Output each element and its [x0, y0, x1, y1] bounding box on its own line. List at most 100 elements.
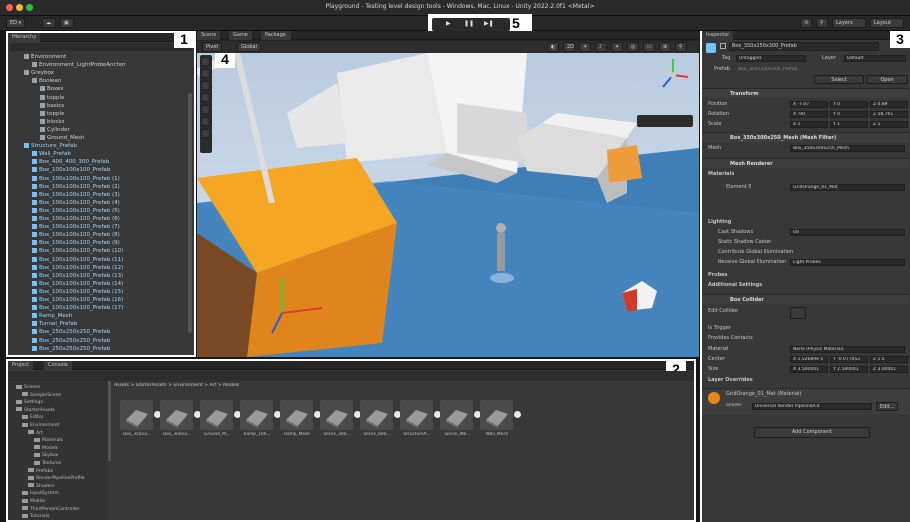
2d-toggle[interactable]: 2D: [563, 42, 575, 52]
search-icon[interactable]: ⚲: [816, 18, 828, 28]
snap-overlay[interactable]: [637, 115, 693, 127]
mesh-field[interactable]: Box_350x300x250_Mesh: [790, 145, 905, 152]
maximize-window-button[interactable]: [26, 4, 33, 11]
transform-tool-icon[interactable]: [201, 117, 210, 126]
center-field-x[interactable]: X 1.52689e-1: [790, 356, 828, 363]
search-scene-icon[interactable]: ⚲: [675, 42, 687, 52]
hidden-objects-icon[interactable]: ◎: [627, 42, 639, 52]
tag-dropdown[interactable]: Untagged: [736, 55, 806, 62]
layout-dropdown[interactable]: Layout: [870, 18, 904, 28]
pause-icon[interactable]: ❚❚: [464, 20, 474, 27]
gizmos-icon[interactable]: ⊕: [659, 42, 671, 52]
asset-thumbnail[interactable]: [160, 400, 193, 430]
scl-field-x[interactable]: X 1: [790, 121, 828, 128]
prefab-asset-link[interactable]: Box_350x250x300_Prefab: [738, 67, 798, 72]
scene-viewport[interactable]: 4: [197, 53, 699, 357]
mesh-renderer-header[interactable]: Mesh Renderer: [702, 158, 909, 168]
asset-thumbnail[interactable]: [200, 400, 233, 430]
size-field-x[interactable]: X 3.500001: [790, 366, 828, 373]
lighting-label[interactable]: Lighting: [708, 218, 731, 227]
scl-field-y[interactable]: Y 1: [830, 121, 868, 128]
asset-thumbnail[interactable]: [400, 400, 433, 430]
active-checkbox[interactable]: [720, 43, 726, 49]
layer-overrides-label[interactable]: Layer Overrides: [708, 376, 753, 385]
asset-expand-icon[interactable]: [514, 411, 521, 418]
pos-field-x[interactable]: X -7.07: [790, 101, 828, 108]
scale-tool-icon[interactable]: [201, 93, 210, 102]
collab-icon[interactable]: ▣: [60, 18, 74, 28]
gameobject-icon: [32, 62, 37, 68]
history-icon[interactable]: ⟲: [800, 18, 812, 28]
lighting-toggle-icon[interactable]: ☀: [579, 42, 591, 52]
project-breadcrumb[interactable]: Assets > StarterAssets > Environment > A…: [114, 383, 239, 388]
size-field-z[interactable]: Z 3.00001: [870, 366, 908, 373]
asset-thumbnail[interactable]: [360, 400, 393, 430]
add-component-button[interactable]: Add Component: [754, 427, 870, 438]
audio-toggle-icon[interactable]: ♪: [595, 42, 607, 52]
prefab-open-button[interactable]: Open: [866, 75, 908, 84]
asset-thumbnail[interactable]: [120, 400, 153, 430]
cloud-icon[interactable]: ☁: [42, 18, 56, 28]
size-field-y[interactable]: Y 2.500001: [830, 366, 868, 373]
asset-thumbnail[interactable]: [480, 400, 513, 430]
tab-inspector[interactable]: Inspector: [702, 31, 734, 40]
receive-gi-dropdown[interactable]: Light Probes: [790, 259, 905, 266]
rot-field-x[interactable]: X -90: [790, 111, 828, 118]
object-name-field[interactable]: Box_350x250x300_Prefab: [729, 42, 879, 51]
transform-header[interactable]: Transform: [702, 88, 909, 98]
effects-icon[interactable]: ✦: [611, 42, 623, 52]
layer-dropdown[interactable]: Default: [844, 55, 906, 62]
prefab-select-button[interactable]: Select: [814, 75, 864, 84]
play-icon[interactable]: ▶: [446, 20, 451, 27]
tab-package-manager[interactable]: Package Manager: [261, 31, 291, 47]
rect-tool-icon[interactable]: [201, 105, 210, 114]
hierarchy-item[interactable]: Box_250x250x250_Prefab: [16, 345, 110, 354]
minimize-window-button[interactable]: [16, 4, 23, 11]
scene-gizmo[interactable]: [655, 57, 691, 93]
shader-label: Shader: [726, 403, 743, 408]
pivot-dropdown[interactable]: Pivot: [202, 42, 223, 52]
tab-hierarchy[interactable]: Hierarchy: [8, 33, 41, 42]
rotate-tool-icon[interactable]: [201, 81, 210, 90]
tab-game[interactable]: Game: [229, 31, 252, 40]
pos-field-y[interactable]: Y 0: [830, 101, 868, 108]
tab-project[interactable]: Project: [8, 361, 34, 370]
hierarchy-search[interactable]: [10, 43, 192, 51]
folder-tree-scrollbar[interactable]: [108, 381, 111, 461]
hand-tool-icon[interactable]: [201, 57, 210, 66]
asset-thumbnail[interactable]: [440, 400, 473, 430]
mesh-filter-header[interactable]: Box_350x300x250_Mesh (Mesh Filter): [702, 132, 909, 142]
account-dropdown[interactable]: ED ▾: [6, 18, 26, 28]
folder-tree-item[interactable]: Tutorials: [22, 512, 49, 520]
layers-dropdown[interactable]: Layers: [832, 18, 866, 28]
rot-field-y[interactable]: Y 0: [830, 111, 868, 118]
render-mode-icon[interactable]: ◐: [547, 42, 559, 52]
asset-thumbnail[interactable]: [280, 400, 313, 430]
edit-collider-button[interactable]: [790, 307, 806, 319]
move-tool-icon[interactable]: [201, 69, 210, 78]
box-collider-header[interactable]: Box Collider: [702, 294, 909, 304]
physic-material-field[interactable]: None (Physic Material): [790, 346, 905, 353]
shader-dropdown[interactable]: Universal Render Pipeline/Lit: [752, 403, 872, 410]
center-field-y[interactable]: Y -0.077952: [830, 356, 868, 363]
asset-thumbnail[interactable]: [320, 400, 353, 430]
asset-thumbnail[interactable]: [240, 400, 273, 430]
tab-console[interactable]: Console: [44, 361, 72, 370]
close-window-button[interactable]: [6, 4, 13, 11]
additional-settings-label[interactable]: Additional Settings: [708, 281, 762, 290]
custom-tool-icon[interactable]: [201, 129, 210, 138]
materials-label[interactable]: Materials: [708, 170, 734, 179]
element-0-field[interactable]: GridOrange_01_Mat: [790, 184, 905, 191]
pos-field-z[interactable]: Z 0.89: [870, 101, 908, 108]
hierarchy-scrollbar[interactable]: [188, 93, 192, 333]
step-icon[interactable]: ▶❚: [484, 20, 494, 27]
shader-edit-button[interactable]: Edit...: [876, 402, 898, 411]
probes-label[interactable]: Probes: [708, 271, 728, 280]
scl-field-z[interactable]: Z 1: [870, 121, 908, 128]
rot-field-z[interactable]: Z 58.761: [870, 111, 908, 118]
cast-shadows-dropdown[interactable]: On: [790, 229, 905, 236]
camera-icon[interactable]: ▭: [643, 42, 655, 52]
center-field-z[interactable]: Z 1.5: [870, 356, 908, 363]
tab-scene[interactable]: Scene: [197, 31, 221, 40]
global-dropdown[interactable]: Global: [237, 42, 261, 52]
